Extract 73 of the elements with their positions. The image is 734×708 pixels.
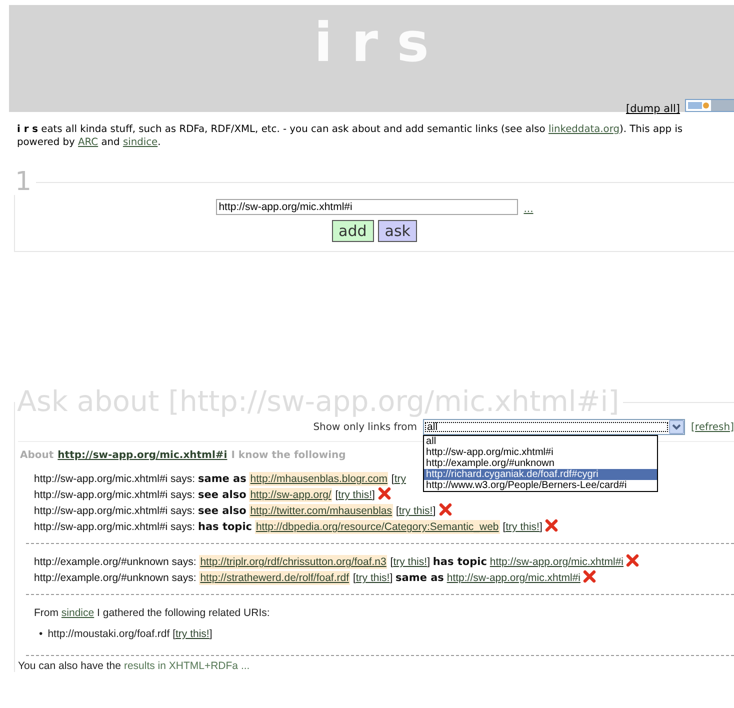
footer-text: You can also have the (18, 660, 121, 672)
predicate-label: has topic (432, 556, 487, 568)
bracket: [ (502, 521, 506, 533)
bracket: [ (335, 489, 338, 501)
about-label: I know the following (231, 450, 346, 461)
dropdown-option[interactable]: http://www.w3.org/People/Berners-Lee/card#i (424, 480, 658, 491)
object-link[interactable]: http://mhausenblas.blogr.com (249, 472, 388, 486)
uri-input-field[interactable]: http://sw-app.org/mic.xhtml#i (216, 199, 518, 215)
statement-source: http://example.org/#unknown says: (34, 572, 196, 584)
bracket: ] (539, 521, 542, 533)
ask-button[interactable]: ask (378, 220, 418, 242)
try-this-link[interactable]: try this! (356, 572, 390, 584)
bullet: • (39, 628, 43, 640)
statement-source: http://sw-app.org/mic.xhtml#i says: (34, 505, 196, 517)
predicate-label: see also (198, 505, 246, 517)
delete-icon[interactable] (545, 519, 558, 532)
predicate-label: same as (396, 572, 444, 584)
try-this-link[interactable]: try (394, 473, 406, 485)
delete-icon[interactable] (583, 570, 596, 583)
bracket: ] (390, 572, 393, 584)
text-link[interactable]: sindice (122, 137, 158, 148)
predicate-label: see also (198, 489, 246, 501)
try-this-link[interactable]: try this! (393, 556, 428, 568)
about-label: About (20, 450, 54, 461)
bracket: [ (352, 572, 356, 584)
subject-link[interactable]: http://sw-app.org/mic.xhtml#i (58, 450, 228, 461)
statement-source: http://sw-app.org/mic.xhtml#i says: (34, 473, 196, 485)
refresh-link[interactable]: [refresh] (691, 422, 734, 432)
badge-icon[interactable] (685, 99, 734, 112)
target-link[interactable]: http://sw-app.org/mic.xhtml#i (490, 556, 624, 568)
section-number: 1 (14, 169, 33, 195)
predicate-label: has topic (198, 521, 252, 533)
object-link[interactable]: http://strathewerd.de/rolf/foaf.rdf (199, 571, 350, 585)
try-this-link[interactable]: try this! (506, 521, 540, 533)
target-link[interactable]: http://sw-app.org/mic.xhtml#i (446, 572, 580, 584)
text-link[interactable]: linkeddata.org (548, 124, 620, 135)
statement-source: http://sw-app.org/mic.xhtml#i says: (34, 521, 196, 533)
sindice-sentence: From sindice I gathered the following related URIs: (34, 607, 271, 619)
bracket: ] (209, 628, 212, 640)
dropdown-option[interactable]: http://sw-app.org/mic.xhtml#i (424, 447, 658, 458)
add-button[interactable]: add (332, 220, 374, 242)
bracket: [ (391, 473, 394, 485)
text-link[interactable]: sindice (61, 607, 94, 619)
statement-source: http://sw-app.org/mic.xhtml#i says: (34, 489, 196, 501)
object-link[interactable]: http://dbpedia.org/resource/Category:Semantic_web (254, 520, 500, 534)
bracket: [ (390, 556, 394, 568)
statement-source: http://example.org/#unknown says: (34, 556, 196, 568)
bracket: ] (372, 489, 375, 501)
object-link[interactable]: http://twitter.com/mhausenblas (249, 504, 394, 518)
filter-label: Show only links from (313, 422, 418, 432)
try-this-link[interactable]: try this! (176, 628, 210, 640)
delete-icon[interactable] (626, 554, 640, 567)
dropdown-option[interactable]: http://richard.cyganiak.de/foaf.rdf#cygri (424, 469, 658, 480)
results-link[interactable]: results in XHTML+RDFa ... (124, 660, 250, 672)
bracket: ] (427, 556, 430, 568)
intro-paragraph: i r s eats all kinda stuff, such as RDFa, RDF/XML, etc. - you can ask about and add semantic links (see also linkeddata.org). This app is powered by ARC and sindice. (17, 123, 684, 149)
bracket: ] (432, 505, 436, 517)
dropdown-option[interactable]: all (424, 436, 658, 447)
text-link[interactable]: ARC (78, 137, 98, 148)
source-dropdown[interactable]: all (423, 419, 686, 435)
try-this-link[interactable]: try this! (338, 489, 372, 501)
more-link[interactable]: ... (524, 204, 534, 214)
try-this-link[interactable]: try this! (398, 505, 433, 517)
dump-all-link[interactable]: [dump all] (626, 103, 680, 115)
delete-icon[interactable] (438, 503, 452, 516)
bracket: [ (396, 505, 399, 517)
dropdown-option[interactable]: http://example.org/#unknown (424, 458, 658, 469)
predicate-label: same as (198, 473, 246, 485)
bracket: [ (172, 628, 176, 640)
object-link[interactable]: http://triplr.org/rdf/chrissutton.org/foaf.n3 (199, 555, 388, 569)
object-link[interactable]: http://sw-app.org/ (249, 488, 332, 502)
related-uri: http://moustaki.org/foaf.rdf (48, 628, 170, 640)
delete-icon[interactable] (378, 487, 391, 500)
